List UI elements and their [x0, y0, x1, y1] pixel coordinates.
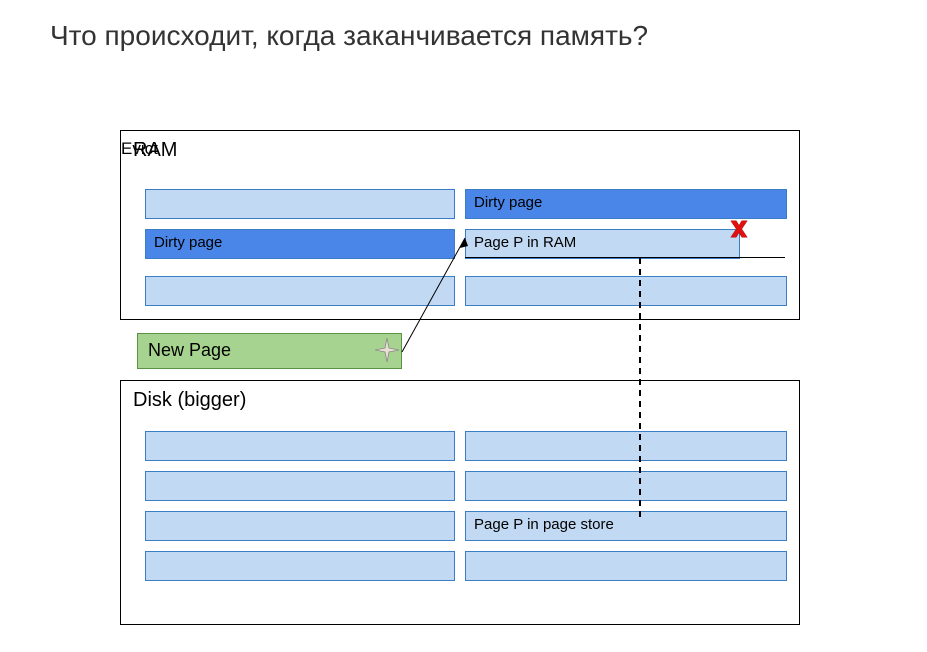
slide-title: Что происходит, когда заканчивается памя…	[50, 20, 648, 52]
disk-page-2	[465, 431, 787, 461]
disk-page-4	[465, 471, 787, 501]
ram-label: RAM	[133, 139, 177, 162]
disk-page-1	[145, 431, 455, 461]
ram-page-3-dirty: Dirty page	[145, 229, 455, 259]
ram-container: RAM Dirty page Dirty page Page P in RAM …	[120, 130, 800, 320]
ram-page-2-dirty: Dirty page	[465, 189, 787, 219]
ram-page-1	[145, 189, 455, 219]
ram-page-6	[465, 276, 787, 306]
disk-page-p-in-store: Page P in page store	[465, 511, 787, 541]
star-icon	[375, 338, 399, 362]
x-icon	[728, 218, 750, 240]
ram-page-5	[145, 276, 455, 306]
disk-page-7	[145, 551, 455, 581]
disk-page-3	[145, 471, 455, 501]
ram-page-p-in-ram: Page P in RAM	[465, 229, 740, 259]
disk-container: Disk (bigger) Page P in page store	[120, 380, 800, 625]
disk-page-8	[465, 551, 787, 581]
disk-label: Disk (bigger)	[133, 389, 246, 412]
disk-page-5	[145, 511, 455, 541]
evict-underline	[465, 257, 785, 258]
new-page-box: New Page	[137, 333, 402, 369]
